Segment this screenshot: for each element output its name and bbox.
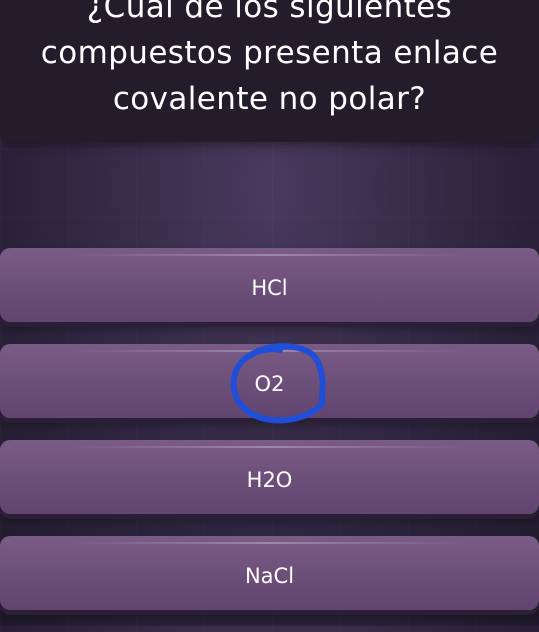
answer-option-h2o[interactable]: H2O [0,440,539,514]
question-card: ¿Cuál de los siguientes compuestos prese… [0,0,539,142]
answer-label: O2 [254,372,285,396]
answer-label: NaCl [244,564,295,588]
question-text: ¿Cuál de los siguientes compuestos prese… [40,0,499,117]
answer-label: H2O [246,468,293,492]
answer-option-o2[interactable]: O2 [0,344,539,418]
answer-label: HCl [251,276,288,300]
answer-option-nacl[interactable]: NaCl [0,536,539,610]
answer-list: HCl O2 H2O NaCl [0,248,539,632]
answer-option-hcl[interactable]: HCl [0,248,539,322]
